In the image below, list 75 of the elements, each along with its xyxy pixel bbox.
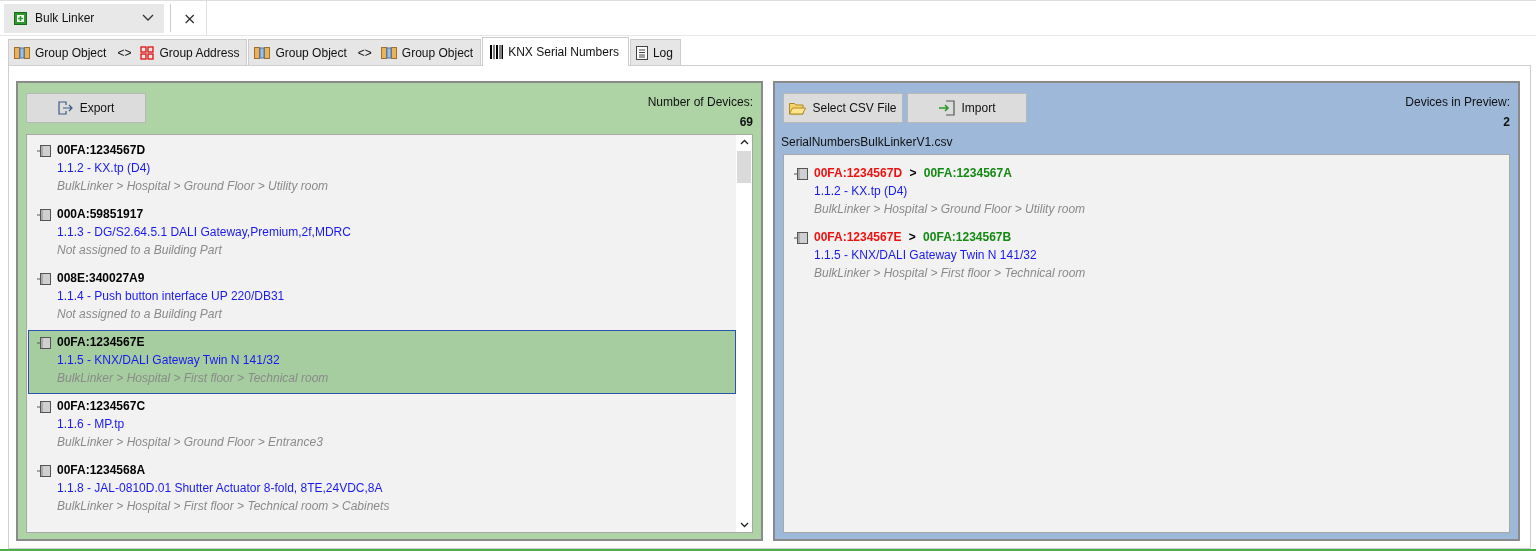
device-icon bbox=[37, 145, 51, 157]
device-icon bbox=[37, 273, 51, 285]
serial-number: 00FA:1234567C bbox=[57, 399, 147, 413]
select-csv-button[interactable]: Select CSV File bbox=[783, 93, 903, 123]
document-icon bbox=[635, 45, 648, 60]
device-type: 1.1.2 - KX.tp (D4) bbox=[814, 184, 909, 198]
chevron-down-icon bbox=[142, 14, 154, 22]
device-type: 1.1.3 - DG/S2.64.5.1 DALI Gateway,Premium,2f,MDRC bbox=[57, 225, 351, 239]
serial-number: 00FA:1234568A bbox=[57, 463, 147, 477]
device-location: Not assigned to a Building Part bbox=[57, 307, 223, 321]
export-button[interactable]: Export bbox=[26, 93, 146, 123]
device-item[interactable]: 00FA:1234567E 1.1.5 - KNX/DALI Gateway Twin N 141/32 BulkLinker > Hospital > First floor > Technical room bbox=[28, 330, 736, 394]
tab[interactable]: KNX Serial Numbers bbox=[482, 37, 629, 66]
device-location: Not assigned to a Building Part bbox=[57, 243, 223, 257]
file-name: SerialNumbersBulkLinkerV1.csv bbox=[781, 135, 954, 149]
scrollbar-thumb[interactable] bbox=[737, 151, 751, 183]
tab[interactable]: Group Object <> Group Address bbox=[8, 39, 248, 65]
device-icon bbox=[794, 232, 808, 244]
group-object-icon bbox=[380, 45, 397, 60]
tab-separator: <> bbox=[117, 45, 132, 60]
device-type: 1.1.2 - KX.tp (D4) bbox=[57, 161, 152, 175]
preview-count: 2 bbox=[1503, 115, 1510, 129]
device-location: BulkLinker > Hospital > First floor > Technical room > Cabinets bbox=[57, 499, 390, 513]
folder-icon bbox=[789, 101, 807, 115]
tab[interactable]: Group Object <> Group Object bbox=[248, 39, 482, 65]
tab-separator: <> bbox=[357, 45, 372, 60]
count-label: Number of Devices: bbox=[647, 95, 753, 109]
group-object-icon bbox=[14, 45, 30, 60]
device-type: 1.1.6 - MP.tp bbox=[57, 417, 126, 431]
serial-number: 008E:340027A9 bbox=[57, 271, 146, 285]
device-icon bbox=[37, 465, 51, 477]
import-button[interactable]: Import bbox=[907, 93, 1027, 123]
device-item[interactable]: 00FA:1234567D 1.1.2 - KX.tp (D4) BulkLinker > Hospital > Ground Floor > Utility room bbox=[28, 138, 736, 202]
document-dropdown[interactable]: Bulk Linker bbox=[4, 3, 164, 33]
tab-label: Group Object bbox=[401, 45, 474, 60]
device-icon bbox=[37, 337, 51, 349]
serial-number: 000A:59851917 bbox=[57, 207, 145, 221]
serial-number: 00FA:1234567E bbox=[57, 335, 146, 349]
device-location: BulkLinker > Hospital > First floor > Technical room bbox=[814, 266, 1086, 280]
scroll-down-icon[interactable] bbox=[739, 522, 749, 528]
serial-change: 00FA:1234567D > 00FA:1234567A bbox=[814, 166, 1013, 180]
device-item[interactable]: 000A:59851917 1.1.3 - DG/S2.64.5.1 DALI Gateway,Premium,2f,MDRC Not assigned to a Building Part bbox=[28, 202, 736, 266]
device-count: 69 bbox=[739, 115, 753, 129]
device-type: 1.1.4 - Push button interface UP 220/DB31 bbox=[57, 289, 285, 303]
scrollbar[interactable] bbox=[736, 135, 752, 532]
device-item[interactable]: 00FA:1234568A 1.1.8 - JAL-0810D.01 Shutter Actuator 8-fold, 8TE,24VDC,8A BulkLinker > Hospital > First floor > Technical room > Cabinets bbox=[28, 458, 736, 522]
device-type: 1.1.5 - KNX/DALI Gateway Twin N 141/32 bbox=[814, 248, 1038, 262]
export-icon bbox=[57, 101, 74, 115]
device-location: BulkLinker > Hospital > First floor > Technical room bbox=[57, 371, 329, 385]
tab-label: Log bbox=[652, 45, 673, 60]
device-location: BulkLinker > Hospital > Ground Floor > Utility room bbox=[57, 179, 329, 193]
device-location: BulkLinker > Hospital > Ground Floor > Utility room bbox=[814, 202, 1086, 216]
device-location: BulkLinker > Hospital > Ground Floor > Entrance3 bbox=[57, 435, 323, 449]
serial-number: 00FA:1234567D bbox=[57, 143, 147, 157]
close-button[interactable]: × bbox=[177, 8, 203, 28]
device-icon bbox=[794, 168, 808, 180]
group-address-icon bbox=[140, 45, 155, 60]
tab-label: KNX Serial Numbers bbox=[508, 45, 619, 59]
tab-label: Group Address bbox=[159, 45, 240, 60]
device-icon bbox=[37, 401, 51, 413]
scroll-up-icon[interactable] bbox=[739, 139, 749, 145]
device-icon bbox=[37, 209, 51, 221]
group-object-icon bbox=[254, 45, 271, 60]
device-type: 1.1.5 - KNX/DALI Gateway Twin N 141/32 bbox=[57, 353, 281, 367]
device-item[interactable]: 008E:340027A9 1.1.4 - Push button interface UP 220/DB31 Not assigned to a Building Part bbox=[28, 266, 736, 330]
device-item[interactable]: 00FA:1234567C 1.1.6 - MP.tp BulkLinker > Hospital > Ground Floor > Entrance3 bbox=[28, 394, 736, 458]
device-type: 1.1.8 - JAL-0810D.01 Shutter Actuator 8-fold, 8TE,24VDC,8A bbox=[57, 481, 384, 495]
tab-label: Group Object bbox=[275, 45, 347, 60]
barcode-icon bbox=[490, 45, 504, 59]
tab[interactable]: Log bbox=[629, 39, 681, 65]
import-icon bbox=[938, 100, 956, 116]
count-label: Devices in Preview: bbox=[1405, 95, 1510, 109]
tab-label: Group Object bbox=[35, 45, 107, 60]
app-icon bbox=[14, 11, 27, 25]
serial-change: 00FA:1234567E > 00FA:1234567B bbox=[814, 230, 1013, 244]
